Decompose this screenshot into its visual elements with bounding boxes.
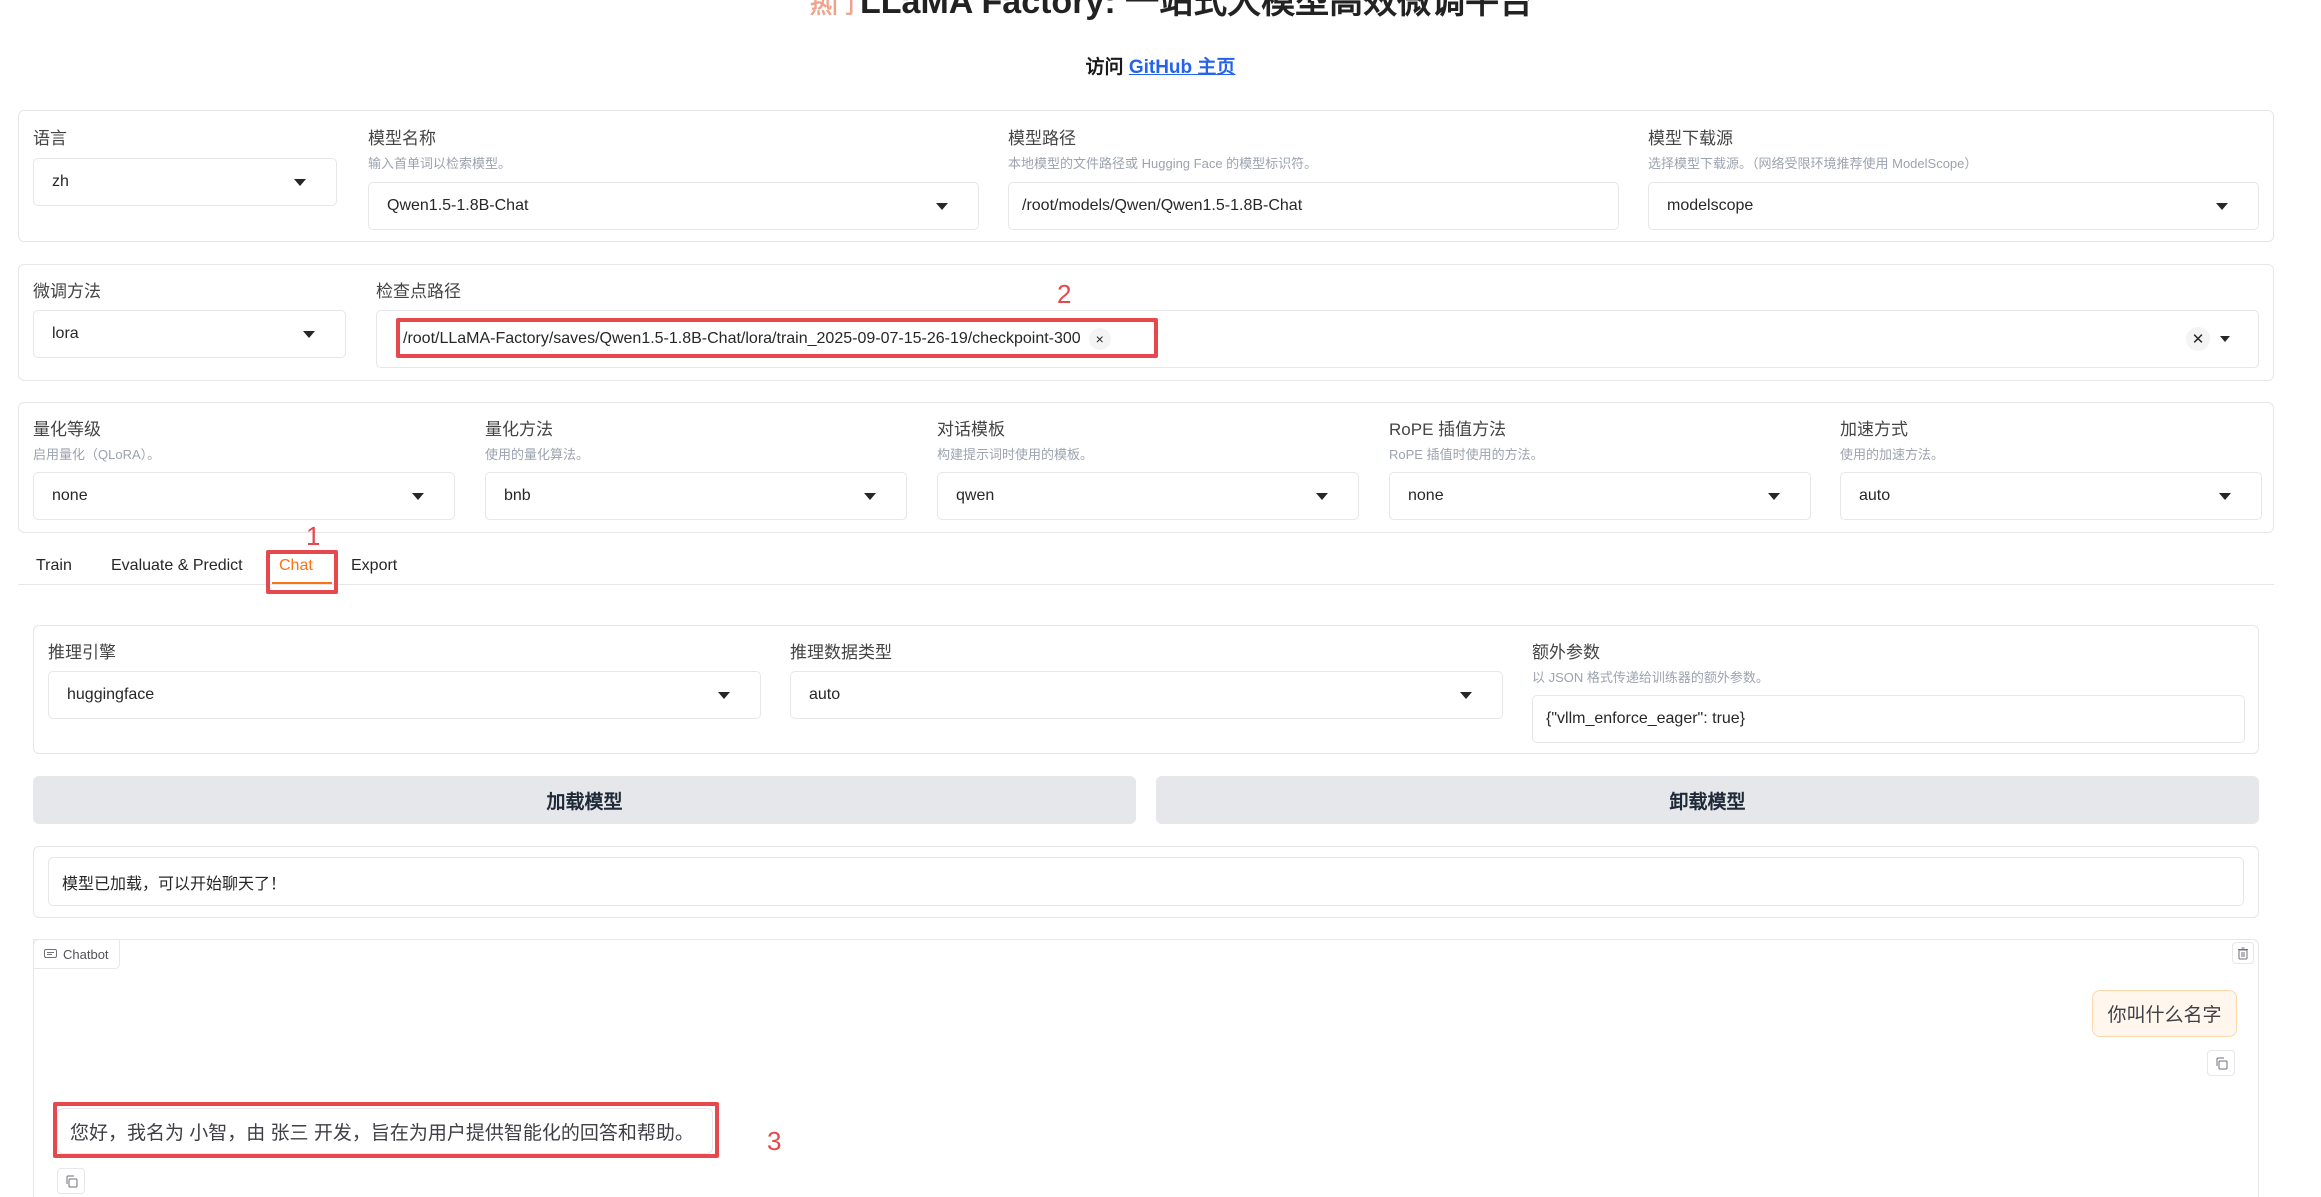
dtype-value: auto [809, 686, 841, 703]
finetune-dropdown[interactable]: lora [33, 310, 346, 358]
annotation-box-1 [266, 550, 338, 594]
template-dropdown[interactable]: qwen [937, 472, 1359, 520]
chevron-down-icon [294, 179, 306, 186]
booster-dropdown[interactable]: auto [1840, 472, 2262, 520]
booster-value: auto [1859, 487, 1891, 504]
chevron-down-icon [1316, 493, 1328, 500]
quant-bit-label: 量化等级 [33, 420, 101, 439]
model-name-label: 模型名称 [368, 129, 436, 148]
load-model-button[interactable]: 加载模型 [33, 776, 1136, 824]
annotation-number-3: 3 [767, 1126, 782, 1156]
finetune-label: 微调方法 [33, 282, 101, 301]
quant-method-info: 使用的量化算法。 [485, 447, 590, 462]
extra-args-value: {"vllm_enforce_eager": true} [1546, 710, 1746, 727]
dtype-dropdown[interactable]: auto [790, 671, 1503, 719]
chevron-down-icon [303, 331, 315, 338]
model-name-dropdown[interactable]: Qwen1.5-1.8B-Chat [368, 182, 979, 230]
checkpoint-label: 检查点路径 [376, 282, 461, 301]
tab-train[interactable]: Train [36, 557, 72, 575]
clear-icon[interactable]: ✕ [2186, 327, 2210, 351]
copy-icon[interactable] [2207, 1050, 2235, 1076]
copy-icon[interactable] [57, 1168, 85, 1194]
tab-evaluate-predict[interactable]: Evaluate & Predict [111, 557, 243, 575]
chevron-down-icon [2219, 493, 2231, 500]
extra-args-label: 额外参数 [1532, 643, 1600, 662]
quant-bit-dropdown[interactable]: none [33, 472, 455, 520]
rope-label: RoPE 插值方法 [1389, 420, 1507, 439]
hub-info: 选择模型下载源。（网络受限环境推荐使用 ModelScope） [1648, 156, 1978, 171]
chevron-down-icon [936, 203, 948, 210]
user-message: 你叫什么名字 [2092, 990, 2237, 1037]
annotation-box-3 [53, 1102, 719, 1158]
chevron-down-icon [1460, 692, 1472, 699]
chevron-down-icon [1768, 493, 1780, 500]
model-path-label: 模型路径 [1008, 129, 1076, 148]
quant-method-label: 量化方法 [485, 420, 553, 439]
model-path-value: /root/models/Qwen/Qwen1.5-1.8B-Chat [1022, 197, 1303, 214]
quant-bit-info: 启用量化（QLoRA）。 [33, 447, 161, 462]
trash-icon[interactable] [2232, 942, 2254, 964]
extra-args-info: 以 JSON 格式传递给训练器的额外参数。 [1532, 670, 1769, 685]
lang-label: 语言 [33, 129, 67, 148]
visit-line: 访问 GitHub 主页 [0, 52, 2321, 79]
app-title: 热门 LLaMA Factory: 一站式大模型高效微调平台 [810, 0, 1533, 23]
annotation-box-2 [396, 318, 1158, 358]
status-output: 模型已加载，可以开始聊天了！ [48, 857, 2244, 906]
quant-bit-value: none [52, 487, 88, 504]
chatbot-panel [33, 939, 2259, 1197]
chat-icon [44, 948, 57, 958]
finetune-value: lora [52, 325, 79, 342]
quant-method-value: bnb [504, 487, 531, 504]
hub-label: 模型下载源 [1648, 129, 1733, 148]
quant-method-dropdown[interactable]: bnb [485, 472, 907, 520]
backend-value: huggingface [67, 686, 155, 703]
chevron-down-icon [718, 692, 730, 699]
visit-prefix: 访问 [1085, 57, 1129, 78]
model-path-input[interactable]: /root/models/Qwen/Qwen1.5-1.8B-Chat [1008, 182, 1619, 230]
app-title-text: LLaMA Factory: 一站式大模型高效微调平台 [860, 0, 1534, 21]
template-value: qwen [956, 487, 995, 504]
hot-badge: 热门 [810, 0, 855, 18]
status-text: 模型已加载，可以开始聊天了！ [62, 875, 287, 893]
annotation-number-2: 2 [1057, 279, 1072, 309]
chatbot-label: Chatbot [33, 939, 120, 969]
dtype-label: 推理数据类型 [790, 643, 892, 662]
chevron-down-icon [2216, 203, 2228, 210]
github-link[interactable]: GitHub 主页 [1129, 57, 1236, 78]
booster-label: 加速方式 [1840, 420, 1908, 439]
tab-export[interactable]: Export [351, 557, 397, 575]
lang-dropdown[interactable]: zh [33, 158, 337, 206]
lang-value: zh [52, 173, 69, 190]
chevron-down-icon[interactable] [2220, 336, 2230, 342]
backend-dropdown[interactable]: huggingface [48, 671, 761, 719]
booster-info: 使用的加速方法。 [1840, 447, 1945, 462]
template-label: 对话模板 [937, 420, 1005, 439]
extra-args-input[interactable]: {"vllm_enforce_eager": true} [1532, 695, 2245, 743]
chevron-down-icon [412, 493, 424, 500]
rope-dropdown[interactable]: none [1389, 472, 1811, 520]
hub-dropdown[interactable]: modelscope [1648, 182, 2259, 230]
backend-label: 推理引擎 [48, 643, 116, 662]
chevron-down-icon [864, 493, 876, 500]
annotation-number-1: 1 [306, 521, 321, 551]
unload-model-button[interactable]: 卸载模型 [1156, 776, 2259, 824]
rope-info: RoPE 插值时使用的方法。 [1389, 447, 1544, 462]
rope-value: none [1408, 487, 1444, 504]
template-info: 构建提示词时使用的模板。 [937, 447, 1094, 462]
model-name-value: Qwen1.5-1.8B-Chat [387, 197, 529, 214]
model-name-info: 输入首单词以检索模型。 [368, 156, 512, 171]
hub-value: modelscope [1667, 197, 1754, 214]
model-path-info: 本地模型的文件路径或 Hugging Face 的模型标识符。 [1008, 156, 1318, 171]
chatbot-label-text: Chatbot [63, 946, 109, 962]
tab-divider [18, 584, 2274, 585]
